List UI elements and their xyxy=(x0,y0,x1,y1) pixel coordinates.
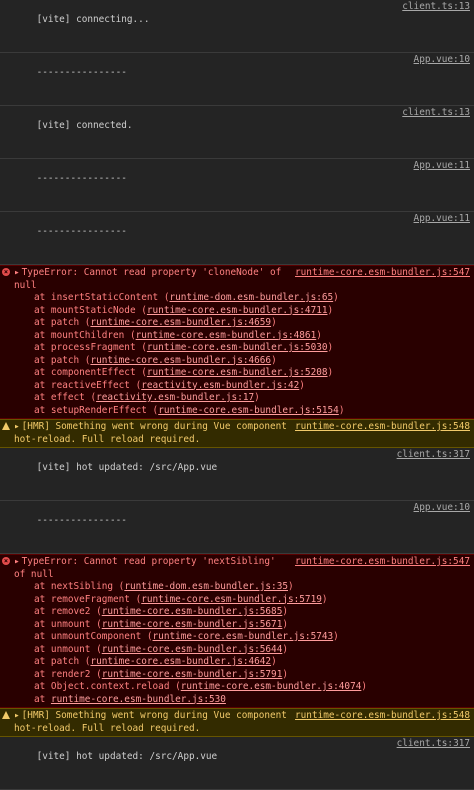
log-text: ---------------- xyxy=(36,172,127,184)
frame-link[interactable]: runtime-core.esm-bundler.js:5644 xyxy=(102,644,283,655)
log-row: [vite] hot updated: /src/App.vue client.… xyxy=(0,448,474,501)
frame-link[interactable]: runtime-core.esm-bundler.js:5743 xyxy=(153,631,334,642)
frame-link[interactable]: runtime-core.esm-bundler.js:5791 xyxy=(102,669,283,680)
frame-link[interactable]: runtime-core.esm-bundler.js:5154 xyxy=(158,405,339,416)
stack-frame: at processFragment (runtime-core.esm-bun… xyxy=(34,342,334,353)
frame-link[interactable]: runtime-core.esm-bundler.js:5719 xyxy=(141,594,322,605)
source-link[interactable]: client.ts:317 xyxy=(397,449,470,462)
stack-trace: at insertStaticContent (runtime-dom.esm-… xyxy=(14,292,470,417)
frame-link[interactable]: runtime-core.esm-bundler.js:4642 xyxy=(90,656,271,667)
error-toggle[interactable]: ▸ TypeError: Cannot read property 'nextSi… xyxy=(14,556,289,581)
warning-toggle[interactable]: ▸ [HMR] Something went wrong during Vue c… xyxy=(14,421,289,446)
source-link[interactable]: client.ts:13 xyxy=(402,1,470,14)
warning-icon xyxy=(2,422,10,430)
stack-frame: at effect (reactivity.esm-bundler.js:17) xyxy=(34,392,260,403)
frame-link[interactable]: runtime-core.esm-bundler.js:4074 xyxy=(181,681,362,692)
warning-icon xyxy=(2,711,10,719)
frame-link[interactable]: runtime-core.esm-bundler.js:5685 xyxy=(102,606,283,617)
warning-text: [HMR] Something went wrong during Vue co… xyxy=(14,421,293,445)
log-text: ---------------- xyxy=(36,514,127,526)
source-link[interactable]: runtime-core.esm-bundler.js:547 xyxy=(295,267,470,292)
stack-frame: at unmount (runtime-core.esm-bundler.js:… xyxy=(34,618,289,630)
stack-frame: at mountStaticNode (runtime-core.esm-bun… xyxy=(34,304,334,316)
source-link[interactable]: App.vue:10 xyxy=(414,502,470,515)
log-row: ---------------- App.vue:11 xyxy=(0,159,474,212)
error-icon: × xyxy=(2,268,10,276)
frame-link[interactable]: runtime-core.esm-bundler.js:5030 xyxy=(147,342,328,353)
stack-frame: at patch (runtime-core.esm-bundler.js:46… xyxy=(34,317,277,328)
log-text: [vite] hot updated: /src/App.vue xyxy=(36,750,218,762)
stack-frame: at patch (runtime-core.esm-bundler.js:46… xyxy=(34,656,277,667)
frame-link[interactable]: runtime-core.esm-bundler.js:4861 xyxy=(136,330,317,341)
expand-triangle-icon[interactable]: ▸ xyxy=(14,556,20,567)
frame-link[interactable]: reactivity.esm-bundler.js:17 xyxy=(96,392,254,403)
frame-link[interactable]: runtime-core.esm-bundler.js:4659 xyxy=(90,317,271,328)
log-text: [vite] connected. xyxy=(36,119,133,131)
frame-link[interactable]: runtime-core.esm-bundler.js:530 xyxy=(51,694,226,705)
error-text: TypeError: Cannot read property 'cloneNo… xyxy=(14,267,287,291)
log-row: ---------------- App.vue:10 xyxy=(0,53,474,106)
expand-triangle-icon[interactable]: ▸ xyxy=(14,267,20,278)
frame-link[interactable]: reactivity.esm-bundler.js:42 xyxy=(141,380,299,391)
warning-toggle[interactable]: ▸ [HMR] Something went wrong during Vue c… xyxy=(14,710,289,735)
log-text: ---------------- xyxy=(36,66,127,78)
stack-frame: at reactiveEffect (reactivity.esm-bundle… xyxy=(34,379,305,391)
stack-frame: at removeFragment (runtime-core.esm-bund… xyxy=(34,593,328,605)
log-row: ---------------- App.vue:10 xyxy=(0,501,474,554)
stack-frame: at runtime-core.esm-bundler.js:530 xyxy=(34,693,226,705)
source-link[interactable]: App.vue:10 xyxy=(414,54,470,67)
warning-message: ▸ [HMR] Something went wrong during Vue c… xyxy=(0,419,474,448)
frame-link[interactable]: runtime-dom.esm-bundler.js:35 xyxy=(124,581,288,592)
stack-frame: at mountChildren (runtime-core.esm-bundl… xyxy=(34,329,322,341)
warning-text: [HMR] Something went wrong during Vue co… xyxy=(14,710,293,734)
log-text: ---------------- xyxy=(36,225,127,237)
frame-link[interactable]: runtime-core.esm-bundler.js:4711 xyxy=(147,305,328,316)
frame-link[interactable]: runtime-core.esm-bundler.js:4666 xyxy=(90,355,271,366)
expand-triangle-icon[interactable]: ▸ xyxy=(14,421,20,432)
source-link[interactable]: App.vue:11 xyxy=(414,160,470,173)
stack-frame: at setupRenderEffect (runtime-core.esm-b… xyxy=(34,404,345,416)
stack-frame: at Object.context.reload (runtime-core.e… xyxy=(34,681,368,692)
source-link[interactable]: client.ts:317 xyxy=(397,738,470,751)
expand-triangle-icon[interactable]: ▸ xyxy=(14,710,20,721)
error-message: × ▸ TypeError: Cannot read property 'next… xyxy=(0,554,474,708)
frame-link[interactable]: runtime-core.esm-bundler.js:5671 xyxy=(102,619,283,630)
error-text: TypeError: Cannot read property 'nextSib… xyxy=(14,556,282,580)
source-link[interactable]: runtime-core.esm-bundler.js:547 xyxy=(295,556,470,581)
source-link[interactable]: client.ts:13 xyxy=(402,107,470,120)
frame-link[interactable]: runtime-core.esm-bundler.js:5208 xyxy=(147,367,328,378)
log-text: [vite] hot updated: /src/App.vue xyxy=(36,461,218,473)
source-link[interactable]: runtime-core.esm-bundler.js:548 xyxy=(295,710,470,735)
log-row: [vite] connecting... client.ts:13 xyxy=(0,0,474,53)
log-row: ---------------- App.vue:11 xyxy=(0,212,474,265)
warning-message: ▸ [HMR] Something went wrong during Vue c… xyxy=(0,708,474,737)
stack-frame: at unmountComponent (runtime-core.esm-bu… xyxy=(34,631,339,642)
stack-frame: at render2 (runtime-core.esm-bundler.js:… xyxy=(34,668,289,680)
stack-frame: at patch (runtime-core.esm-bundler.js:46… xyxy=(34,354,277,366)
stack-frame: at componentEffect (runtime-core.esm-bun… xyxy=(34,367,334,378)
stack-trace: at nextSibling (runtime-dom.esm-bundler.… xyxy=(14,581,470,706)
stack-frame: at remove2 (runtime-core.esm-bundler.js:… xyxy=(34,606,289,617)
stack-frame: at insertStaticContent (runtime-dom.esm-… xyxy=(34,292,339,303)
log-text: [vite] connecting... xyxy=(36,13,150,25)
log-row: [vite] hot updated: /src/App.vue client.… xyxy=(0,737,474,790)
devtools-console: [vite] connecting... client.ts:13 ------… xyxy=(0,0,474,790)
source-link[interactable]: App.vue:11 xyxy=(414,213,470,226)
stack-frame: at nextSibling (runtime-dom.esm-bundler.… xyxy=(34,581,294,592)
error-toggle[interactable]: ▸ TypeError: Cannot read property 'cloneN… xyxy=(14,267,289,292)
source-link[interactable]: runtime-core.esm-bundler.js:548 xyxy=(295,421,470,446)
stack-frame: at unmount (runtime-core.esm-bundler.js:… xyxy=(34,643,289,655)
frame-link[interactable]: runtime-dom.esm-bundler.js:65 xyxy=(169,292,333,303)
error-icon: × xyxy=(2,557,10,565)
error-message: × ▸ TypeError: Cannot read property 'clon… xyxy=(0,265,474,419)
log-row: [vite] connected. client.ts:13 xyxy=(0,106,474,159)
